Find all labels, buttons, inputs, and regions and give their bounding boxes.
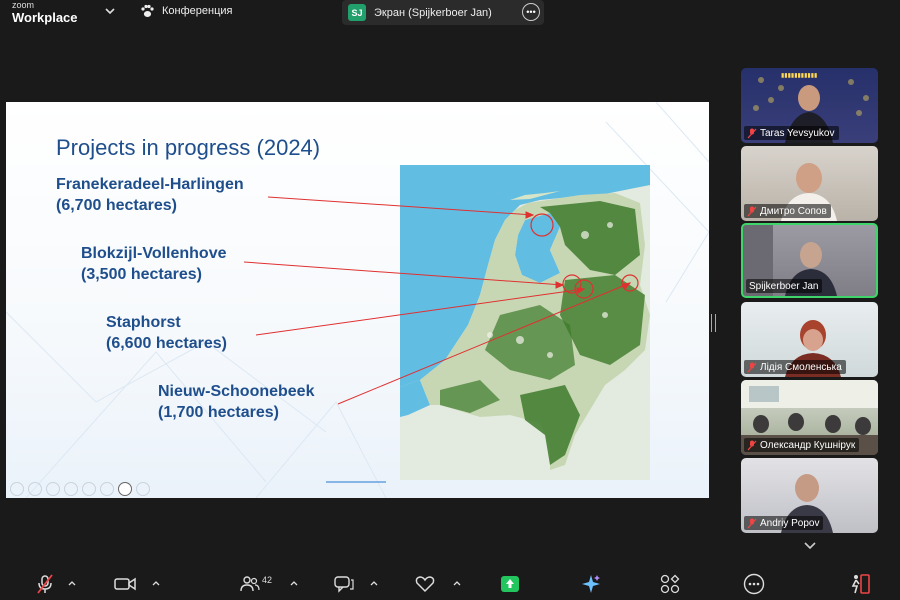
- participant-name: Олександр Кушнірук: [760, 439, 856, 451]
- top-bar: zoom Workplace Конференция SJ Экран (Spi…: [0, 0, 900, 30]
- split-resize-handle[interactable]: [711, 314, 716, 332]
- mic-muted-icon: [747, 440, 757, 450]
- paw-icon: [141, 4, 154, 17]
- chevron-up-icon[interactable]: [370, 580, 378, 586]
- meeting-title: Конференция: [162, 5, 233, 17]
- share-label: Экран (Spijkerboer Jan): [374, 6, 492, 19]
- chevron-up-icon[interactable]: [453, 580, 461, 586]
- participant-name-label: Олександр Кушнірук: [744, 438, 860, 452]
- more-icon[interactable]: [743, 573, 765, 595]
- camera-control-button[interactable]: [118, 482, 132, 496]
- participant-name: Taras Yevsyukov: [760, 127, 835, 139]
- screen-share-indicator[interactable]: SJ Экран (Spijkerboer Jan) •••: [342, 0, 544, 25]
- chevron-down-icon[interactable]: [104, 5, 116, 17]
- participant-name-label: Дмитро Сопов: [744, 204, 831, 218]
- mic-muted-icon: [747, 206, 757, 216]
- chevron-up-icon[interactable]: [68, 580, 76, 586]
- chat-icon[interactable]: [333, 574, 355, 594]
- participant-name-label: Andriy Popov: [744, 516, 824, 530]
- slide-control-button[interactable]: [46, 482, 60, 496]
- leave-icon[interactable]: [848, 574, 872, 594]
- share-screen-icon[interactable]: [500, 574, 520, 594]
- zoom-logo: zoom Workplace: [12, 0, 78, 25]
- slide-control-button[interactable]: [10, 482, 24, 496]
- mic-muted-icon: [747, 128, 757, 138]
- apps-icon[interactable]: [660, 574, 680, 594]
- meeting-info[interactable]: Конференция: [140, 4, 232, 18]
- participants-count: 42: [262, 575, 273, 585]
- slide-control-button[interactable]: [100, 482, 114, 496]
- mic-muted-icon[interactable]: [34, 574, 56, 594]
- participant-name: Spijkerboer Jan: [749, 280, 819, 292]
- mic-muted-icon: [747, 362, 757, 372]
- slide-control-button[interactable]: [28, 482, 42, 496]
- shared-screen-slide: Projects in progress (2024) Franekeradee…: [6, 102, 709, 498]
- brand-bottom: Workplace: [12, 10, 78, 25]
- participant-tile[interactable]: Дмитро Сопов: [741, 146, 878, 221]
- heart-icon[interactable]: [414, 574, 436, 594]
- chevron-down-icon[interactable]: [803, 541, 817, 551]
- slide-controls: [10, 482, 150, 496]
- participant-name: Дмитро Сопов: [760, 205, 827, 217]
- slide-control-button[interactable]: [136, 482, 150, 496]
- participant-tile[interactable]: Spijkerboer Jan: [741, 223, 878, 298]
- participants-icon[interactable]: [240, 574, 260, 594]
- slide-control-button[interactable]: [64, 482, 78, 496]
- participant-name-label: Spijkerboer Jan: [746, 279, 823, 293]
- participant-tile[interactable]: Олександр Кушнірук: [741, 380, 878, 455]
- mic-muted-icon: [747, 518, 757, 528]
- participant-name-label: Taras Yevsyukov: [744, 126, 839, 140]
- video-icon[interactable]: [113, 574, 137, 594]
- participant-tile[interactable]: Andriy Popov: [741, 458, 878, 533]
- svg-text:▮▮▮▮▮▮▮▮▮▮▮: ▮▮▮▮▮▮▮▮▮▮▮: [781, 73, 817, 79]
- sharer-avatar: SJ: [348, 4, 366, 21]
- participant-tile[interactable]: Лідія Смоленська: [741, 302, 878, 377]
- meeting-toolbar: 42: [0, 566, 900, 600]
- participant-name: Andriy Popov: [760, 517, 820, 529]
- brand-top: zoom: [12, 0, 35, 10]
- leader-lines: [243, 196, 632, 405]
- share-options-icon[interactable]: •••: [522, 3, 540, 21]
- participant-name-label: Лідія Смоленська: [744, 360, 846, 374]
- chevron-up-icon[interactable]: [152, 580, 160, 586]
- participant-name: Лідія Смоленська: [760, 361, 842, 373]
- participant-tile[interactable]: ▮▮▮▮▮▮▮▮▮▮▮ Taras Yevsyukov: [741, 68, 878, 143]
- ai-companion-icon[interactable]: [580, 574, 602, 594]
- slide-control-button[interactable]: [82, 482, 96, 496]
- chevron-up-icon[interactable]: [290, 580, 298, 586]
